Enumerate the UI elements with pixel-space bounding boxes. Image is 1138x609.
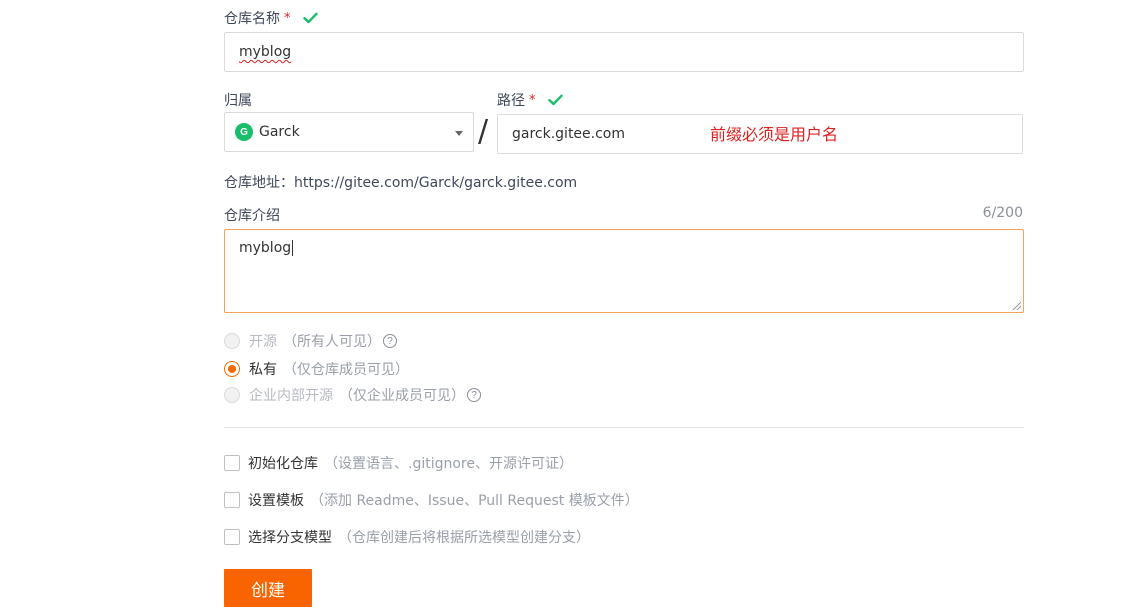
caret-down-icon xyxy=(455,131,463,136)
path-value: garck.gitee.com xyxy=(512,126,626,142)
section-divider xyxy=(224,427,1024,428)
repo-name-input[interactable]: myblog xyxy=(224,32,1024,72)
visibility-option-private[interactable]: 私有 （仅仓库成员可见） xyxy=(224,359,409,379)
resize-handle-icon[interactable] xyxy=(1013,302,1021,310)
visibility-option-enterprise[interactable]: 企业内部开源 （仅企业成员可见） ? xyxy=(224,385,481,405)
option-hint: （添加 Readme、Issue、Pull Request 模板文件） xyxy=(310,493,639,509)
path-label-row: 路径 * xyxy=(497,90,563,110)
visibility-hint: （仅企业成员可见） xyxy=(339,388,465,404)
option-hint: （设置语言、.gitignore、开源许可证） xyxy=(324,456,573,472)
repo-address-value: https://gitee.com/Garck/garck.gitee.com xyxy=(294,175,578,191)
path-prefix-note: 前缀必须是用户名 xyxy=(710,125,839,144)
visibility-label: 私有 xyxy=(249,362,277,378)
option-label: 初始化仓库 xyxy=(248,456,318,472)
radio-button[interactable] xyxy=(224,361,240,377)
required-mark: * xyxy=(529,92,536,108)
text-cursor xyxy=(292,240,294,256)
visibility-hint: （仅仓库成员可见） xyxy=(283,362,409,378)
path-label: 路径 xyxy=(497,93,525,109)
option-label: 选择分支模型 xyxy=(248,530,332,546)
question-circle-icon[interactable]: ? xyxy=(383,334,397,348)
owner-select[interactable]: G Garck xyxy=(224,112,474,152)
check-icon xyxy=(302,12,318,24)
check-icon xyxy=(547,94,563,106)
description-textarea[interactable]: myblog xyxy=(224,229,1024,313)
repo-address-label: 仓库地址： xyxy=(224,175,294,191)
visibility-label: 开源 xyxy=(249,334,277,350)
owner-avatar: G xyxy=(235,123,253,141)
repo-address: 仓库地址：https://gitee.com/Garck/garck.gitee… xyxy=(224,172,577,192)
description-label: 仓库介绍 xyxy=(224,208,280,224)
create-button[interactable]: 创建 xyxy=(224,569,312,607)
visibility-option-public[interactable]: 开源 （所有人可见） ? xyxy=(224,331,397,351)
owner-label-row: 归属 xyxy=(224,90,252,110)
checkbox[interactable] xyxy=(224,455,240,471)
radio-button[interactable] xyxy=(224,333,240,349)
visibility-label: 企业内部开源 xyxy=(249,388,333,404)
repo-name-value: myblog xyxy=(239,44,292,60)
option-hint: （仓库创建后将根据所选模型创建分支） xyxy=(338,530,590,546)
option-init-repo[interactable]: 初始化仓库 （设置语言、.gitignore、开源许可证） xyxy=(224,453,573,473)
option-branch-model[interactable]: 选择分支模型 （仓库创建后将根据所选模型创建分支） xyxy=(224,527,590,547)
visibility-hint: （所有人可见） xyxy=(283,334,381,350)
repo-name-label-row: 仓库名称 * xyxy=(224,8,318,28)
checkbox[interactable] xyxy=(224,529,240,545)
path-separator: / xyxy=(478,114,489,149)
question-circle-icon[interactable]: ? xyxy=(467,388,481,402)
radio-button[interactable] xyxy=(224,387,240,403)
owner-label: 归属 xyxy=(224,93,252,109)
option-label: 设置模板 xyxy=(248,493,304,509)
owner-value: Garck xyxy=(259,124,300,140)
repo-name-label: 仓库名称 xyxy=(224,11,280,27)
checkbox[interactable] xyxy=(224,492,240,508)
description-counter: 6/200 xyxy=(982,205,1023,221)
description-value: myblog xyxy=(239,240,292,256)
description-label-row: 仓库介绍 xyxy=(224,205,280,225)
option-set-template[interactable]: 设置模板 （添加 Readme、Issue、Pull Request 模板文件） xyxy=(224,490,639,510)
required-mark: * xyxy=(284,10,291,26)
